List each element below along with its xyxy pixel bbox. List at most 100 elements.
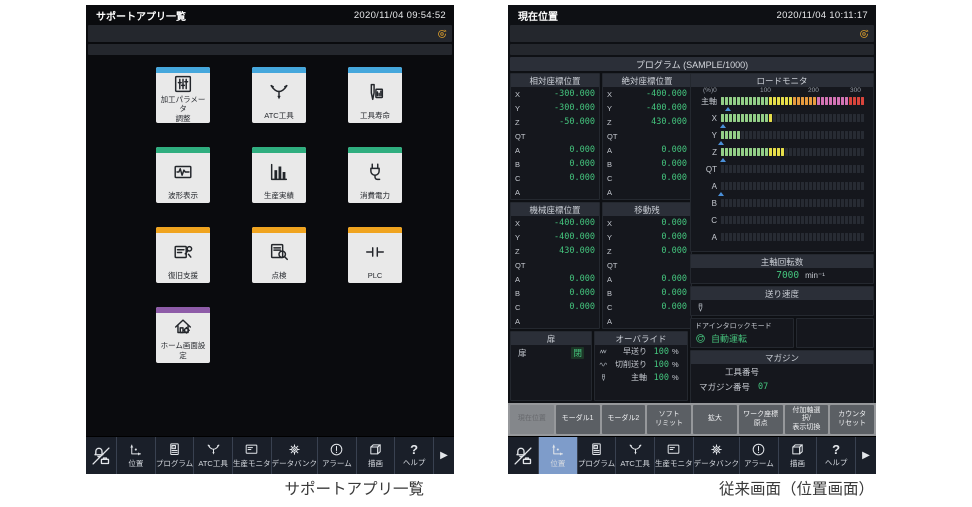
toolbar-item-プログラム[interactable]: Gプログラム xyxy=(155,437,194,474)
app-tile[interactable]: ATC工具 xyxy=(252,67,306,123)
load-monitor-row: X xyxy=(691,113,873,130)
coord-row: Y-300.000 xyxy=(511,101,599,115)
load-marker xyxy=(718,192,724,196)
toolbar-item-ヘルプ[interactable]: ?ヘルプ xyxy=(394,437,433,474)
cube-icon xyxy=(368,442,383,457)
axis-label: QT xyxy=(515,261,531,270)
auto-mode-icon xyxy=(695,333,706,344)
toolbar-item-位置[interactable]: 位置 xyxy=(116,437,155,474)
function-key[interactable]: カウンタ リセット xyxy=(830,405,874,434)
axis-value: 0.000 xyxy=(623,173,687,183)
app-tile[interactable]: PLC xyxy=(348,227,402,283)
right-message-bar-1 xyxy=(510,25,874,42)
door-section-title: 扉 xyxy=(511,332,591,345)
function-key[interactable]: ワーク座標 原点 xyxy=(739,405,783,434)
tile-label: ホーム画面設定 xyxy=(156,341,210,363)
app-tile[interactable]: 加工パラメータ 調整 xyxy=(156,67,210,123)
app-tile[interactable]: 波形表示 xyxy=(156,147,210,203)
function-key[interactable]: 付加軸選 択/ 表示切換 xyxy=(785,405,829,434)
feed-rate-section: 送り速度 xyxy=(690,286,874,316)
alarm-lamp-button[interactable] xyxy=(508,437,538,474)
axis-label: A xyxy=(515,146,531,155)
spindle-speed-section: 主軸回転数 7000 min⁻¹ xyxy=(690,254,874,284)
load-bar xyxy=(721,131,865,146)
axis-value: 0.000 xyxy=(531,288,595,298)
app-tile[interactable]: 点検 xyxy=(252,227,306,283)
app-tile[interactable]: 工具寿命 xyxy=(348,67,402,123)
interlock-empty-box xyxy=(796,318,874,348)
function-key[interactable]: モーダル2 xyxy=(602,405,646,434)
toolbar-next-arrow[interactable]: ▶ xyxy=(433,437,454,474)
toolbar-item-データバンク[interactable]: データバンク xyxy=(693,437,739,474)
axis-value: -400.000 xyxy=(623,89,687,99)
coord-pair-bottom: 機械座標位置X-400.000Y-400.000Z430.000QTA0.000… xyxy=(510,202,688,329)
atc-tool-icon xyxy=(628,442,643,457)
app-tile[interactable]: 生産実績 xyxy=(252,147,306,203)
function-key-row: 現在位置モーダル1モーダル2ソフト リミット拡大ワーク座標 原点付加軸選 択/ … xyxy=(508,403,876,436)
app-tile-grid: 加工パラメータ 調整 ATC工具工具寿命波形表示 生産実績消費電力復旧支援点検 PLC… xyxy=(86,55,454,436)
toolbar-next-arrow[interactable]: ▶ xyxy=(855,437,876,474)
coord-section-title: 機械座標位置 xyxy=(511,203,599,216)
function-key[interactable]: ソフト リミット xyxy=(647,405,691,434)
toolbar-item-アラーム[interactable]: アラーム xyxy=(739,437,778,474)
spindle-speed-unit: min⁻¹ xyxy=(805,271,825,280)
scale-label: 300 xyxy=(850,87,861,94)
alarm-lamp-button[interactable] xyxy=(86,437,116,474)
refresh-icon[interactable] xyxy=(436,28,448,40)
load-axis-label: A xyxy=(691,182,721,191)
program-icon: G xyxy=(589,442,604,457)
door-status-row: 扉 閉 xyxy=(511,345,591,361)
function-key[interactable]: 拡大 xyxy=(693,405,737,434)
tile-label: 点検 xyxy=(252,271,306,283)
load-monitor-row: Y xyxy=(691,130,873,147)
support-app-panel: サポートアプリ一覧 2020/11/04 09:54:52 加工パラメータ 調整… xyxy=(86,5,454,474)
override-unit: % xyxy=(672,347,679,356)
tile-label: 工具寿命 xyxy=(348,111,402,123)
toolbar-item-データバンク[interactable]: データバンク xyxy=(271,437,317,474)
axis-value: 0.000 xyxy=(531,274,595,284)
toolbar-item-位置[interactable]: 位置 xyxy=(538,437,577,474)
axis-label: Z xyxy=(607,118,623,127)
load-marker xyxy=(725,107,731,111)
coord-row: Z-50.000 xyxy=(511,115,599,129)
toolbar-item-描画[interactable]: 描画 xyxy=(356,437,395,474)
alert-icon xyxy=(751,442,766,457)
load-axis-label: B xyxy=(691,199,721,208)
auto-mode-icon xyxy=(695,333,706,344)
tile-label: 波形表示 xyxy=(156,191,210,203)
load-axis-label: Y xyxy=(691,131,721,140)
axis-label: X xyxy=(607,219,623,228)
toolbar-item-label: 描画 xyxy=(368,458,383,469)
override-section: オーバライド 早送り100%切削送り100%主軸100% xyxy=(594,331,688,401)
override-unit: % xyxy=(672,360,679,369)
tile-icon-area xyxy=(156,153,210,191)
app-tile[interactable]: 復旧支援 xyxy=(156,227,210,283)
toolbar-item-ヘルプ[interactable]: ?ヘルプ xyxy=(816,437,855,474)
app-tile[interactable]: 消費電力 xyxy=(348,147,402,203)
load-monitor-bars: 主軸XYZQTABCA xyxy=(691,96,873,249)
coord-section-title: 相対座標位置 xyxy=(511,74,599,87)
toolbar-item-描画[interactable]: 描画 xyxy=(778,437,817,474)
tile-label: 消費電力 xyxy=(348,191,402,203)
coord-row: A0.000 xyxy=(511,272,599,286)
axis-value: 0.000 xyxy=(623,288,687,298)
spindle-icon xyxy=(695,302,706,313)
app-tile[interactable]: ホーム画面設定 xyxy=(156,307,210,363)
function-key[interactable]: 現在位置 xyxy=(510,405,554,434)
refresh-icon[interactable] xyxy=(858,28,870,40)
help-icon: ? xyxy=(410,443,418,456)
toolbar-item-アラーム[interactable]: アラーム xyxy=(317,437,356,474)
toolbar-item-生産モニタ[interactable]: 生産モニタ xyxy=(232,437,271,474)
toolbar-item-ATC工具[interactable]: ATC工具 xyxy=(193,437,232,474)
coord-row: X-400.000 xyxy=(511,216,599,230)
toolbar-item-プログラム[interactable]: Gプログラム xyxy=(577,437,616,474)
axis-value: 430.000 xyxy=(623,117,687,127)
axis-value: -400.000 xyxy=(531,218,595,228)
load-monitor-row: B xyxy=(691,198,873,215)
toolbar-item-ATC工具[interactable]: ATC工具 xyxy=(615,437,654,474)
toolbar-item-生産モニタ[interactable]: 生産モニタ xyxy=(654,437,693,474)
door-interlock-row: ドアインタロックモード 自動運転 xyxy=(690,318,874,348)
function-key[interactable]: モーダル1 xyxy=(556,405,600,434)
right-message-bar-2 xyxy=(510,44,874,55)
coord-row: QT xyxy=(603,129,691,143)
